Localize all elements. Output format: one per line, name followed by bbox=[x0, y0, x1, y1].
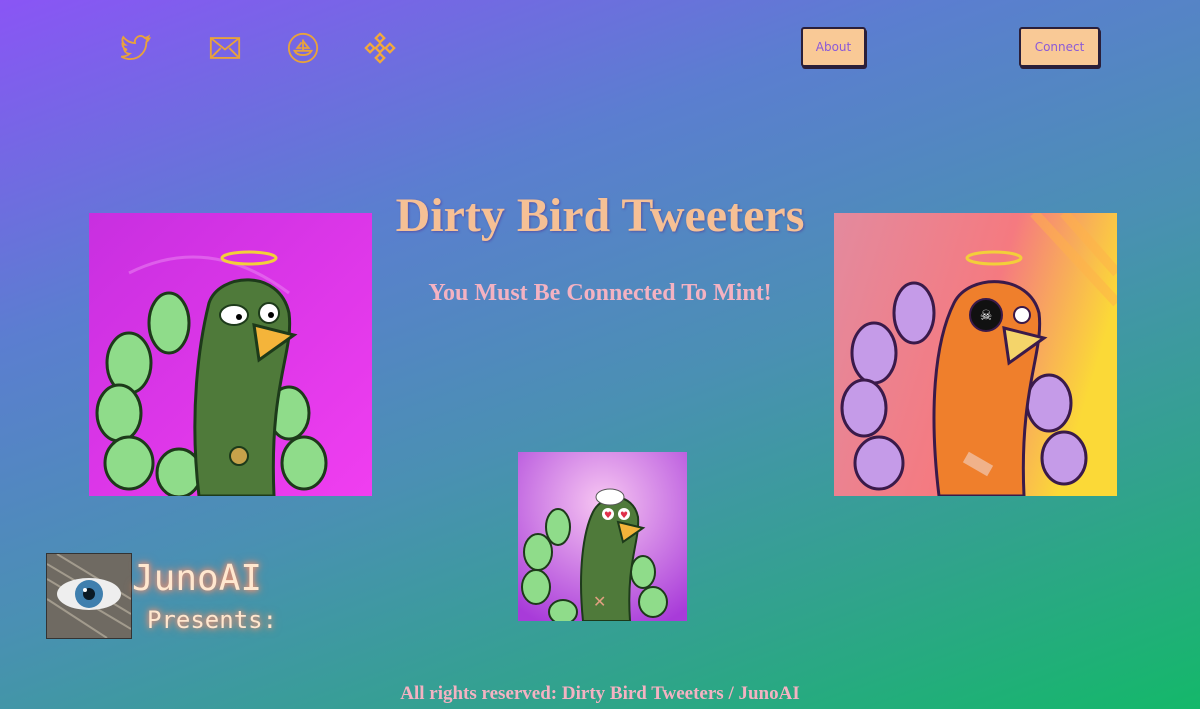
twitter-icon[interactable] bbox=[117, 30, 153, 66]
presenter-name: JunoAI bbox=[132, 558, 263, 599]
presenter-tagline: Presents: bbox=[147, 606, 278, 634]
connect-button[interactable]: Connect bbox=[1019, 27, 1100, 67]
bird-artwork-center: ♥ ♥ ✕ bbox=[518, 452, 687, 621]
bird-artwork-right: ☠ bbox=[834, 213, 1117, 496]
svg-text:♥: ♥ bbox=[604, 511, 612, 521]
bird-artwork-left bbox=[89, 213, 372, 496]
footer-copyright: All rights reserved: Dirty Bird Tweeters… bbox=[400, 683, 800, 704]
binance-icon[interactable] bbox=[362, 30, 398, 66]
about-button[interactable]: About bbox=[801, 27, 866, 67]
svg-text:✕: ✕ bbox=[593, 592, 606, 611]
svg-text:☠: ☠ bbox=[980, 308, 993, 324]
junoai-logo bbox=[46, 553, 132, 639]
opensea-icon[interactable] bbox=[285, 30, 321, 66]
mail-icon[interactable] bbox=[207, 30, 243, 66]
svg-text:♥: ♥ bbox=[620, 511, 628, 521]
